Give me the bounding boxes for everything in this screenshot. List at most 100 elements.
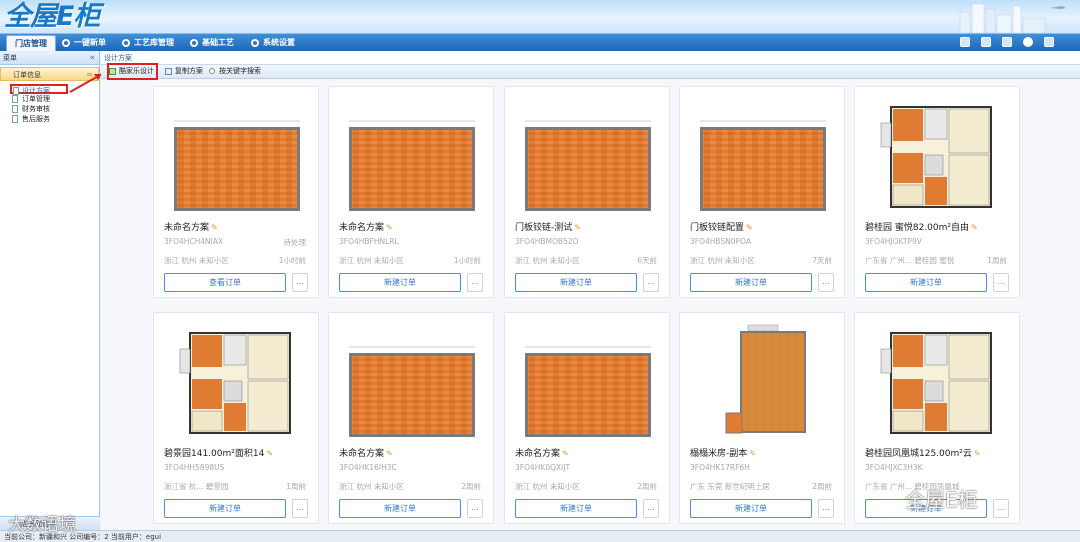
edit-pencil-icon[interactable]: ✎ [749,449,756,458]
new-order-button[interactable]: 新建订单 [865,273,987,292]
tab-basic-craft[interactable]: 基础工艺 [190,35,234,52]
edit-pencil-icon[interactable]: ✎ [266,449,273,458]
plan-time: 7天前 [812,256,832,265]
plan-title: 碧景园141.00m²面积14 ✎ [164,449,274,459]
home-icon[interactable] [960,37,970,47]
plan-location: 浙江 杭州 未知小区 [339,256,404,265]
collapse-icon[interactable]: « [89,51,95,65]
main-content: 设计方案 酷家乐设计 复制方案 按关键字搜索 未命名方案 ✎ 3FO4HCH4NI… [101,51,1080,530]
sidebar-item-design-plan[interactable]: 设计方案 [10,84,68,95]
sidebar-item-finance-review[interactable]: 财务审核 [0,104,99,114]
plan-code: 3FO4HJXC3H3K [865,463,923,472]
design-icon [109,68,116,75]
new-order-button[interactable]: 新建订单 [515,273,637,292]
more-options-button[interactable]: ... [818,499,834,518]
tab-store-management[interactable]: 门店管理 [6,35,56,52]
plan-title: 未命名方案 ✎ [339,223,393,233]
circle-icon [62,39,70,47]
tab-craft-library[interactable]: 工艺库管理 [122,35,174,52]
gear-icon[interactable] [1023,37,1033,47]
plan-code: 3FO4HH5898US [164,463,225,472]
plan-code: 3FO4HK16IH3C [339,463,397,472]
plan-title: 榻榻米房-副本 ✎ [690,449,756,459]
keyword-search-button[interactable]: 按关键字搜索 [209,65,261,78]
plan-card[interactable]: 碧桂园 蜜悦82.00m²自由 ✎ 3FO4HJOKTP9V 广东省 广州... … [854,86,1020,298]
tab-system-settings[interactable]: 系统设置 [251,35,295,52]
edit-pencil-icon[interactable]: ✎ [562,449,569,458]
new-order-button[interactable]: 新建订单 [164,499,286,518]
status-bar: 当前公司：新疆和兴 公司编号：2 当前用户：egui [0,530,1080,542]
more-options-button[interactable]: ... [467,273,483,292]
plan-time: 6天前 [637,256,657,265]
tool-icons [960,37,1054,49]
floorplan-thumbnail[interactable] [861,93,1015,215]
plan-card[interactable]: 未命名方案 ✎ 3FO4HBFHNLRL 浙江 杭州 未知小区 1小时前 新建订单… [328,86,494,298]
circle-icon [251,39,259,47]
search-icon [209,68,215,74]
edit-pencil-icon[interactable]: ✎ [574,223,581,232]
plan-card[interactable]: 未命名方案 ✎ 3FO4HK16IH3C 浙江 杭州 未知小区 2周前 新建订单 … [328,312,494,524]
sidebar-item-after-sales[interactable]: 售后服务 [0,114,99,124]
plan-time: 2周前 [637,482,657,491]
edit-pencil-icon[interactable]: ✎ [746,223,753,232]
plan-location: 浙江 杭州 未知小区 [164,256,229,265]
more-options-button[interactable]: ... [818,273,834,292]
floorplan-thumbnail[interactable] [160,93,314,215]
floorplan-thumbnail[interactable] [511,319,665,441]
plan-card[interactable]: 未命名方案 ✎ 3FO4HK0QXIJT 浙江 杭州 未知小区 2周前 新建订单 … [504,312,670,524]
more-options-button[interactable]: ... [292,499,308,518]
more-options-button[interactable]: ... [643,273,659,292]
edit-pencil-icon[interactable]: ✎ [386,223,393,232]
lock-icon[interactable] [981,37,991,47]
new-order-button[interactable]: 新建订单 [690,499,812,518]
more-options-button[interactable]: ... [643,499,659,518]
more-options-button[interactable]: ... [292,273,308,292]
floorplan-thumbnail[interactable] [335,319,489,441]
new-order-button[interactable]: 新建订单 [339,499,461,518]
exit-icon[interactable] [1044,37,1054,47]
toolbar: 酷家乐设计 复制方案 按关键字搜索 [101,63,1080,80]
floorplan-thumbnail[interactable] [686,93,840,215]
plan-card[interactable]: 门板铰链配置 ✎ 3FO4HBSN0POA 浙江 杭州 未知小区 7天前 新建订单… [679,86,845,298]
view-order-button[interactable]: 查看订单 [164,273,286,292]
document-icon [12,95,18,103]
more-options-button[interactable]: ... [993,499,1009,518]
circle-icon [190,39,198,47]
user-icon[interactable] [1002,37,1012,47]
main-nav: 门店管理 一键新单 工艺库管理 基础工艺 系统设置 [0,33,1080,52]
floorplan-thumbnail[interactable] [686,319,840,441]
sidebar: 菜单 « 订单信息 ≈ 设计方案 订单管理 财务审核 售后服务 门店基础信息 [0,51,100,530]
plan-card[interactable]: 未命名方案 ✎ 3FO4HCH4NIAX 待处理 浙江 杭州 未知小区 1小时前 … [153,86,319,298]
new-order-button[interactable]: 新建订单 [690,273,812,292]
edit-pencil-icon[interactable]: ✎ [974,449,981,458]
floorplan-thumbnail[interactable] [861,319,1015,441]
edit-pencil-icon[interactable]: ✎ [211,223,218,232]
plan-time: 1周前 [286,482,306,491]
edit-pencil-icon[interactable]: ✎ [386,449,393,458]
plan-title: 碧桂园 蜜悦82.00m²自由 ✎ [865,223,978,233]
floorplan-thumbnail[interactable] [335,93,489,215]
tab-quick-order[interactable]: 一键新单 [62,35,106,52]
plan-card[interactable]: 碧景园141.00m²面积14 ✎ 3FO4HH5898US 浙江省 杭... 碧… [153,312,319,524]
plan-time: 2周前 [812,482,832,491]
plan-card[interactable]: 榻榻米房-副本 ✎ 3FO4HK17RF6H 广东 东莞 新世纪明上居 2周前 新… [679,312,845,524]
plan-code: 3FO4HK17RF6H [690,463,750,472]
plan-location: 广东 东莞 新世纪明上居 [690,482,770,491]
plan-code: 3FO4HK0QXIJT [515,463,571,472]
copy-plan-button[interactable]: 复制方案 [165,65,203,78]
plan-code: 3FO4HBFHNLRL [339,237,399,246]
plan-time: 2周前 [461,482,481,491]
kujiale-design-button[interactable]: 酷家乐设计 [107,63,158,80]
floorplan-thumbnail[interactable] [160,319,314,441]
plan-location: 广东省 广州... 碧桂园 蜜悦 [865,256,955,265]
plan-card[interactable]: 门板铰链-测试 ✎ 3FO4HBMOB52O 浙江 杭州 未知小区 6天前 新建订… [504,86,670,298]
more-options-button[interactable]: ... [467,499,483,518]
floorplan-thumbnail[interactable] [511,93,665,215]
new-order-button[interactable]: 新建订单 [339,273,461,292]
new-order-button[interactable]: 新建订单 [515,499,637,518]
document-icon [12,115,18,123]
edit-pencil-icon[interactable]: ✎ [971,223,978,232]
more-options-button[interactable]: ... [993,273,1009,292]
plan-code: 3FO4HBMOB52O [515,237,579,246]
plan-code: 3FO4HBSN0POA [690,237,751,246]
